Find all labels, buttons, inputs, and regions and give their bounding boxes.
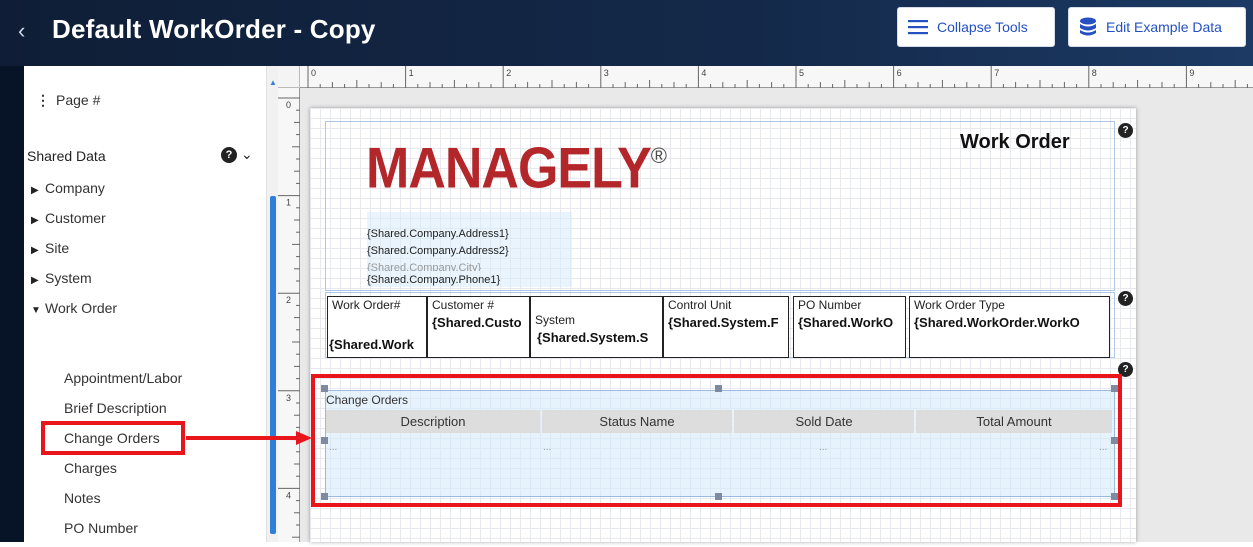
annotation-highlight-field [41,421,185,455]
tree-item-work-order[interactable]: ▼ Work Order [31,300,117,316]
menu-icon [908,19,928,35]
ruler-ticks: 0 1 2 3 4 [278,97,300,538]
tree-item-label: Site [45,240,70,256]
ruler-number: 5 [799,68,804,78]
address-line-1: {Shared.Company.Address1} [367,228,509,240]
caret-right-icon: ▶ [31,245,39,256]
logo-registered-mark: ® [650,143,667,168]
horizontal-ruler: 0 1 2 3 4 5 6 7 8 9 [300,66,1253,88]
info-cell-control-unit[interactable]: Control Unit {Shared.System.F [663,296,789,358]
info-cell-work-order[interactable]: Work Order# {Shared.Work [327,296,427,358]
panel-scrollbar[interactable]: ▲ [266,66,278,542]
ruler-number: 1 [286,198,291,208]
chevron-down-icon[interactable]: ⌄ [241,146,253,163]
edit-example-data-label: Edit Example Data [1106,19,1222,35]
page-number-item[interactable]: ⋮ Page # [36,92,100,109]
left-rail [0,66,24,542]
address-phone: {Shared.Company.Phone1} [367,274,501,286]
info-cell-label: System [535,313,576,327]
caret-right-icon: ▶ [31,185,39,196]
ruler-number: 2 [286,295,291,305]
info-cell-label: Customer # [432,298,495,312]
ruler-number: 3 [286,393,291,403]
tree-item-system[interactable]: ▶ System [31,270,92,286]
help-icon[interactable]: ? [1118,123,1133,138]
info-cell-label: PO Number [798,298,862,312]
info-cell-field: {Shared.System.S [537,330,649,345]
ruler-ticks: 0 1 2 3 4 5 6 7 8 9 [307,66,1248,88]
ruler-number: 6 [897,68,902,78]
ruler-number: 4 [701,68,706,78]
ruler-number: 2 [506,68,511,78]
address-city: {Shared.Company.City} [367,262,482,271]
collapse-tools-label: Collapse Tools [937,19,1028,35]
info-cell-label: Work Order# [332,298,401,312]
tree-item-label: System [45,270,92,286]
ruler-number: 0 [311,68,316,78]
company-logo[interactable]: MANAGELY ® [366,137,667,205]
info-cell-po-number[interactable]: PO Number {Shared.WorkO [793,296,906,358]
scroll-up-icon[interactable]: ▲ [269,78,277,87]
page-number-label: Page # [56,92,101,108]
tree-item-customer[interactable]: ▶ Customer [31,210,106,226]
info-cell-field: {Shared.System.F [668,315,779,330]
info-cell-label: Control Unit [668,298,732,312]
data-fields-panel: ⋮ Page # Shared Data ? ⌄ ▶ Company ▶ Custom… [24,66,266,542]
logo-text: MANAGELY [366,137,652,201]
annotation-highlight-table [311,374,1122,507]
caret-down-icon: ▼ [31,305,41,316]
info-cell-field: {Shared.WorkOrder.WorkO [914,315,1080,330]
vertical-ruler: 0 1 2 3 4 [278,88,300,542]
caret-right-icon: ▶ [31,275,39,286]
info-cell-customer[interactable]: Customer # {Shared.Custo [427,296,530,358]
scrollbar-thumb[interactable] [270,196,276,534]
tree-item-label: Company [45,180,105,196]
field-notes[interactable]: Notes [64,490,101,506]
top-bar: ‹ Default WorkOrder - Copy Collapse Tool… [0,0,1253,66]
ruler-number: 4 [286,490,291,500]
info-cell-label: Work Order Type [914,298,1005,312]
caret-right-icon: ▶ [31,215,39,226]
collapse-tools-button[interactable]: Collapse Tools [897,7,1055,47]
edit-example-data-button[interactable]: Edit Example Data [1068,7,1246,47]
ruler-number: 9 [1189,68,1194,78]
info-cell-system[interactable]: System {Shared.System.S [530,296,663,358]
field-charges[interactable]: Charges [64,460,117,476]
ruler-number: 3 [604,68,609,78]
ruler-number: 1 [409,68,414,78]
tree-item-label: Work Order [45,300,118,316]
page-title: Default WorkOrder - Copy [52,14,376,44]
info-cell-field: {Shared.Custo [432,315,522,330]
help-icon[interactable]: ? [1118,291,1133,306]
field-appointment-labor[interactable]: Appointment/Labor [64,370,182,386]
shared-data-header[interactable]: Shared Data ? ⌄ [27,146,259,164]
info-cell-field: {Shared.WorkO [798,315,894,330]
info-cell-field: {Shared.Work [329,337,415,352]
ruler-number: 0 [286,100,291,110]
address-line-2: {Shared.Company.Address2} [367,245,509,257]
drag-handle-icon: ⋮ [36,92,50,108]
tree-item-site[interactable]: ▶ Site [31,240,69,256]
help-icon[interactable]: ? [221,147,237,163]
shared-data-label: Shared Data [27,148,106,164]
info-cell-work-order-type[interactable]: Work Order Type {Shared.WorkOrder.WorkO [909,296,1110,358]
ruler-number: 7 [994,68,999,78]
tree-item-company[interactable]: ▶ Company [31,180,105,196]
field-po-number[interactable]: PO Number [64,520,138,536]
field-brief-description[interactable]: Brief Description [64,400,167,416]
tree-item-label: Customer [45,210,106,226]
database-icon [1079,17,1097,37]
annotation-arrow-icon [186,431,312,445]
report-title: Work Order [960,131,1070,153]
ruler-number: 8 [1092,68,1097,78]
chevron-left-icon[interactable]: ‹ [18,18,25,44]
ruler-corner [278,66,300,88]
